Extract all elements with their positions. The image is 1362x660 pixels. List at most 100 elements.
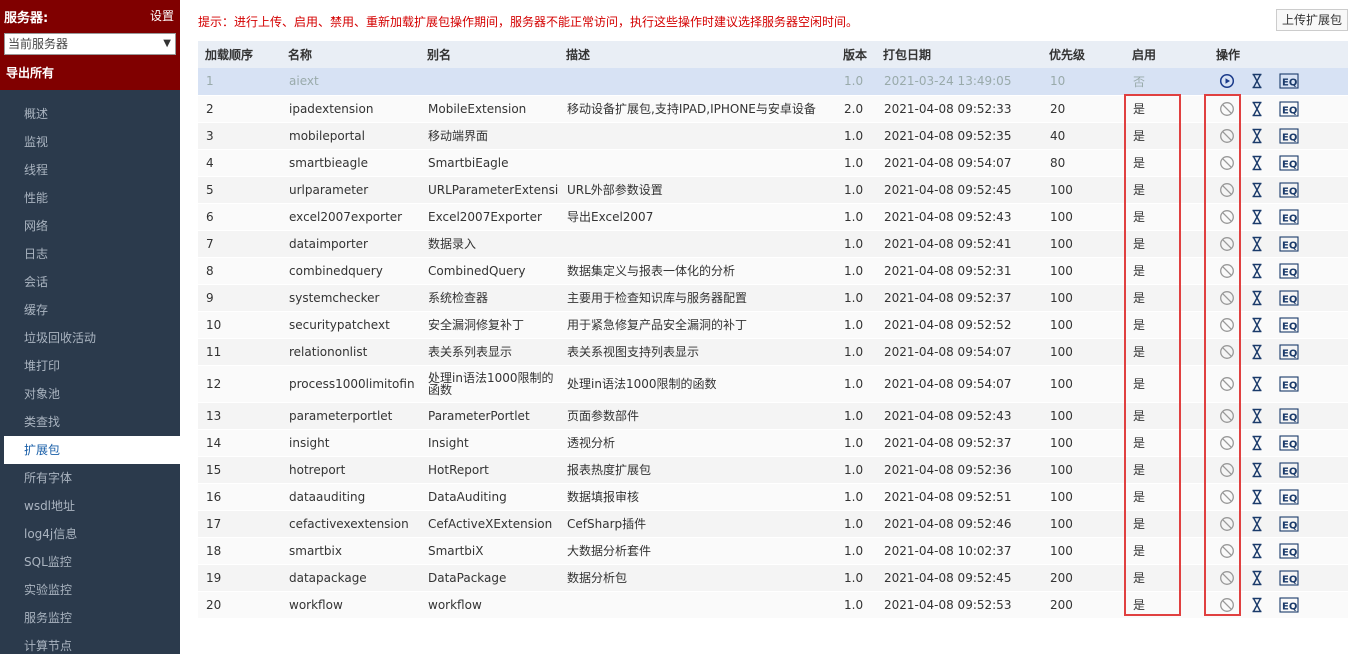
hourglass-icon[interactable] — [1249, 489, 1265, 505]
sidebar-item-10[interactable]: 对象池 — [0, 380, 180, 408]
ban-icon[interactable] — [1219, 489, 1235, 505]
ban-icon[interactable] — [1219, 236, 1235, 252]
eq-icon[interactable]: EQ — [1279, 542, 1299, 559]
sidebar-item-8[interactable]: 垃圾回收活动 — [0, 324, 180, 352]
table-row[interactable]: 13 parameterportlet ParameterPortlet 页面参数部件… — [198, 402, 1348, 430]
ban-icon[interactable] — [1219, 155, 1235, 171]
ban-icon[interactable] — [1219, 435, 1235, 451]
ban-icon[interactable] — [1219, 263, 1235, 279]
hourglass-icon[interactable] — [1249, 597, 1265, 613]
hourglass-icon[interactable] — [1249, 543, 1265, 559]
eq-icon[interactable]: EQ — [1279, 154, 1299, 171]
sidebar-item-17[interactable]: 实验监控 — [0, 576, 180, 604]
ban-icon[interactable] — [1219, 290, 1235, 306]
ban-icon[interactable] — [1219, 376, 1235, 392]
table-row[interactable]: 9 systemchecker 系统检查器 主要用于检查知识库与服务器配置 1.0 202… — [198, 284, 1348, 312]
sidebar-item-9[interactable]: 堆打印 — [0, 352, 180, 380]
eq-icon[interactable]: EQ — [1279, 515, 1299, 532]
eq-icon[interactable]: EQ — [1279, 375, 1299, 392]
table-row[interactable]: 2 ipadextension MobileExtension 移动设备扩展包,支持I… — [198, 95, 1348, 123]
ban-icon[interactable] — [1219, 128, 1235, 144]
table-row[interactable]: 4 smartbieagle SmartbiEagle 1.0 2021-04-08 0… — [198, 149, 1348, 177]
ban-icon[interactable] — [1219, 543, 1235, 559]
table-row[interactable]: 14 insight Insight 透视分析 1.0 2021-04-08 09:52:… — [198, 429, 1348, 457]
play-circle-icon[interactable] — [1219, 73, 1235, 89]
hourglass-icon[interactable] — [1249, 236, 1265, 252]
table-row[interactable]: 10 securitypatchext 安全漏洞修复补丁 用于紧急修复产品安全漏洞的补… — [198, 311, 1348, 339]
ban-icon[interactable] — [1219, 462, 1235, 478]
hourglass-icon[interactable] — [1249, 408, 1265, 424]
table-row[interactable]: 6 excel2007exporter Excel2007Exporter 导出Exc… — [198, 203, 1348, 231]
sidebar-item-1[interactable]: 监视 — [0, 128, 180, 156]
sidebar-item-5[interactable]: 日志 — [0, 240, 180, 268]
ban-icon[interactable] — [1219, 182, 1235, 198]
eq-icon[interactable]: EQ — [1279, 488, 1299, 505]
table-row[interactable]: 7 dataimporter 数据录入 1.0 2021-04-08 09:52:41 1… — [198, 230, 1348, 258]
table-row[interactable]: 1 aiext 1.0 2021-03-24 13:49:05 10 否 EQ — [198, 68, 1348, 96]
sidebar-item-18[interactable]: 服务监控 — [0, 604, 180, 632]
export-all-link[interactable]: 导出所有 — [6, 64, 54, 81]
table-row[interactable]: 3 mobileportal 移动端界面 1.0 2021-04-08 09:52:35… — [198, 122, 1348, 150]
table-row[interactable]: 16 dataauditing DataAuditing 数据填报审核 1.0 2021-… — [198, 483, 1348, 511]
eq-icon[interactable]: EQ — [1279, 461, 1299, 478]
sidebar-item-4[interactable]: 网络 — [0, 212, 180, 240]
table-row[interactable]: 8 combinedquery CombinedQuery 数据集定义与报表一体化的分… — [198, 257, 1348, 285]
ban-icon[interactable] — [1219, 317, 1235, 333]
eq-icon[interactable]: EQ — [1279, 127, 1299, 144]
sidebar-item-0[interactable]: 概述 — [0, 100, 180, 128]
settings-link[interactable]: 设置 — [150, 7, 174, 24]
sidebar-item-6[interactable]: 会话 — [0, 268, 180, 296]
eq-icon[interactable]: EQ — [1279, 434, 1299, 451]
sidebar-item-13[interactable]: 所有字体 — [0, 464, 180, 492]
table-row[interactable]: 20 workflow workflow 1.0 2021-04-08 09:52:53… — [198, 591, 1348, 619]
server-select[interactable]: 当前服务器 ▼ — [4, 33, 176, 55]
ban-icon[interactable] — [1219, 516, 1235, 532]
ban-icon[interactable] — [1219, 408, 1235, 424]
sidebar-item-11[interactable]: 类查找 — [0, 408, 180, 436]
eq-icon[interactable]: EQ — [1279, 235, 1299, 252]
hourglass-icon[interactable] — [1249, 101, 1265, 117]
hourglass-icon[interactable] — [1249, 182, 1265, 198]
eq-icon[interactable]: EQ — [1279, 316, 1299, 333]
hourglass-icon[interactable] — [1249, 435, 1265, 451]
eq-icon[interactable]: EQ — [1279, 100, 1299, 117]
hourglass-icon[interactable] — [1249, 317, 1265, 333]
table-row[interactable]: 11 relationonlist 表关系列表显示 表关系视图支持列表显示 1.0 202… — [198, 338, 1348, 366]
hourglass-icon[interactable] — [1249, 290, 1265, 306]
table-row[interactable]: 19 datapackage DataPackage 数据分析包 1.0 2021-04-… — [198, 564, 1348, 592]
sidebar-item-7[interactable]: 缓存 — [0, 296, 180, 324]
hourglass-icon[interactable] — [1249, 462, 1265, 478]
ban-icon[interactable] — [1219, 344, 1235, 360]
hourglass-icon[interactable] — [1249, 128, 1265, 144]
eq-icon[interactable]: EQ — [1279, 181, 1299, 198]
table-row[interactable]: 18 smartbix SmartbiX 大数据分析套件 1.0 2021-04-08 1… — [198, 537, 1348, 565]
eq-icon[interactable]: EQ — [1279, 407, 1299, 424]
hourglass-icon[interactable] — [1249, 73, 1265, 89]
ban-icon[interactable] — [1219, 101, 1235, 117]
sidebar-item-19[interactable]: 计算节点 — [0, 632, 180, 660]
hourglass-icon[interactable] — [1249, 376, 1265, 392]
ban-icon[interactable] — [1219, 570, 1235, 586]
sidebar-item-14[interactable]: wsdl地址 — [0, 492, 180, 520]
eq-icon[interactable]: EQ — [1279, 596, 1299, 613]
eq-icon[interactable]: EQ — [1279, 343, 1299, 360]
upload-extension-button[interactable]: 上传扩展包 — [1276, 9, 1348, 31]
sidebar-item-15[interactable]: log4j信息 — [0, 520, 180, 548]
sidebar-item-16[interactable]: SQL监控 — [0, 548, 180, 576]
sidebar-item-3[interactable]: 性能 — [0, 184, 180, 212]
hourglass-icon[interactable] — [1249, 344, 1265, 360]
eq-icon[interactable]: EQ — [1279, 569, 1299, 586]
table-row[interactable]: 17 cefactivexextension CefActiveXExtension… — [198, 510, 1348, 538]
eq-icon[interactable]: EQ — [1279, 208, 1299, 225]
sidebar-item-2[interactable]: 线程 — [0, 156, 180, 184]
ban-icon[interactable] — [1219, 597, 1235, 613]
hourglass-icon[interactable] — [1249, 209, 1265, 225]
eq-icon[interactable]: EQ — [1279, 289, 1299, 306]
table-row[interactable]: 15 hotreport HotReport 报表热度扩展包 1.0 2021-04-08… — [198, 456, 1348, 484]
ban-icon[interactable] — [1219, 209, 1235, 225]
hourglass-icon[interactable] — [1249, 263, 1265, 279]
table-row[interactable]: 5 urlparameter URLParameterExtension URL外部参… — [198, 176, 1348, 204]
sidebar-item-12[interactable]: 扩展包 — [4, 436, 180, 464]
hourglass-icon[interactable] — [1249, 516, 1265, 532]
hourglass-icon[interactable] — [1249, 155, 1265, 171]
